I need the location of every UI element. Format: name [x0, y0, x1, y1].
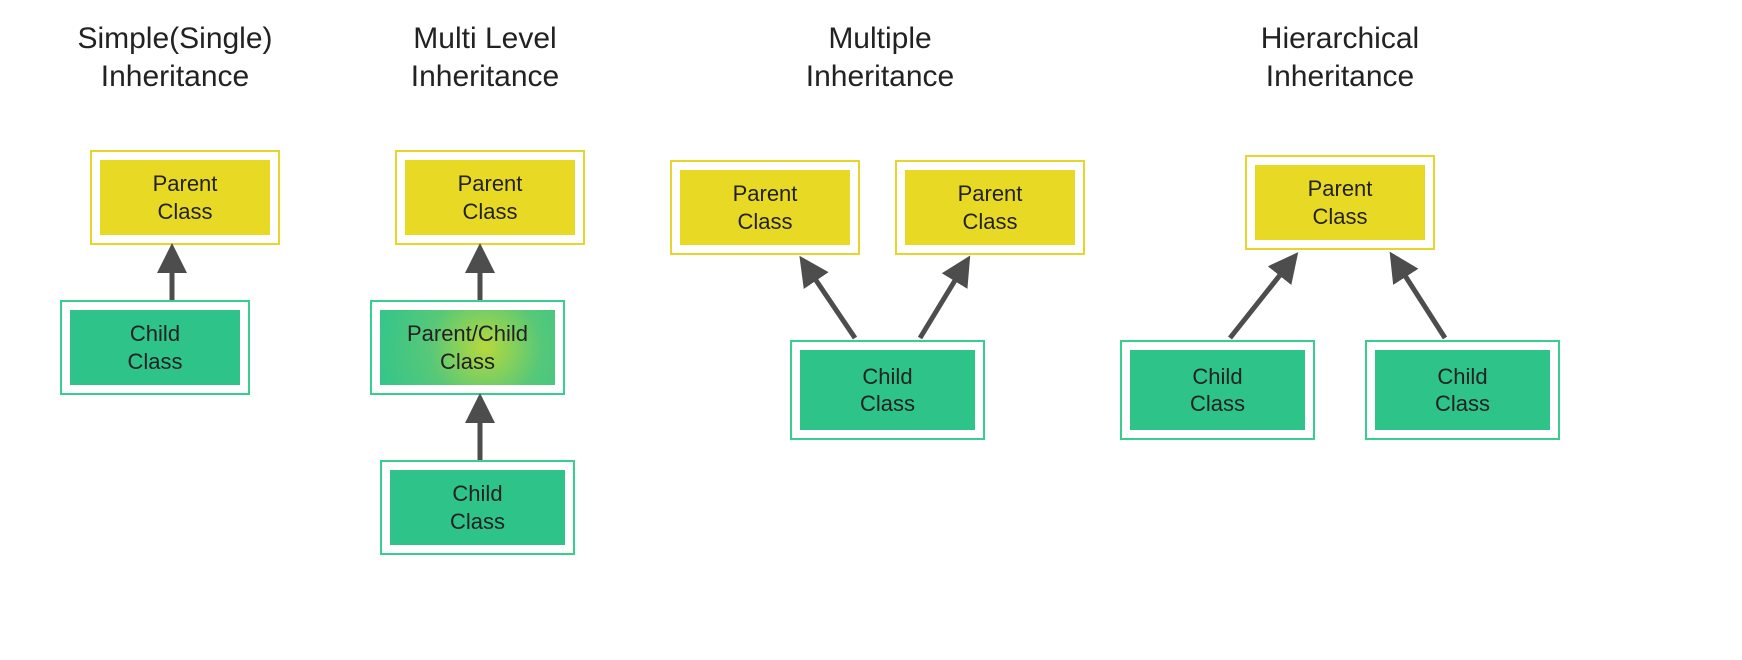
multiple-parent-b-node: Parent Class — [895, 160, 1085, 255]
multiple-parent-a-label: Parent Class — [680, 170, 850, 245]
arrow-hierarchical-right — [1395, 260, 1445, 338]
single-parent-node: Parent Class — [90, 150, 280, 245]
multilevel-parent-node: Parent Class — [395, 150, 585, 245]
single-child-label: Child Class — [70, 310, 240, 385]
single-child-node: Child Class — [60, 300, 250, 395]
hierarchical-child-a-node: Child Class — [1120, 340, 1315, 440]
multilevel-parent-label: Parent Class — [405, 160, 575, 235]
multiple-parent-a-node: Parent Class — [670, 160, 860, 255]
title-hierarchical: Hierarchical Inheritance — [1190, 20, 1490, 95]
multilevel-parentchild-label: Parent/Child Class — [380, 310, 555, 385]
hierarchical-parent-node: Parent Class — [1245, 155, 1435, 250]
title-multiple: Multiple Inheritance — [740, 20, 1020, 95]
title-multilevel: Multi Level Inheritance — [345, 20, 625, 95]
multilevel-child-label: Child Class — [390, 470, 565, 545]
multiple-parent-b-label: Parent Class — [905, 170, 1075, 245]
arrow-multiple-left — [805, 264, 855, 338]
multilevel-parentchild-node: Parent/Child Class — [370, 300, 565, 395]
hierarchical-child-b-node: Child Class — [1365, 340, 1560, 440]
hierarchical-child-b-label: Child Class — [1375, 350, 1550, 430]
single-parent-label: Parent Class — [100, 160, 270, 235]
hierarchical-child-a-label: Child Class — [1130, 350, 1305, 430]
arrow-multiple-right — [920, 264, 965, 338]
multiple-child-label: Child Class — [800, 350, 975, 430]
title-single: Simple(Single) Inheritance — [40, 20, 310, 95]
multiple-child-node: Child Class — [790, 340, 985, 440]
hierarchical-parent-label: Parent Class — [1255, 165, 1425, 240]
multilevel-child-node: Child Class — [380, 460, 575, 555]
arrows-layer — [0, 0, 1742, 660]
diagram-canvas: Simple(Single) Inheritance Multi Level I… — [0, 0, 1742, 660]
arrow-hierarchical-left — [1230, 260, 1292, 338]
